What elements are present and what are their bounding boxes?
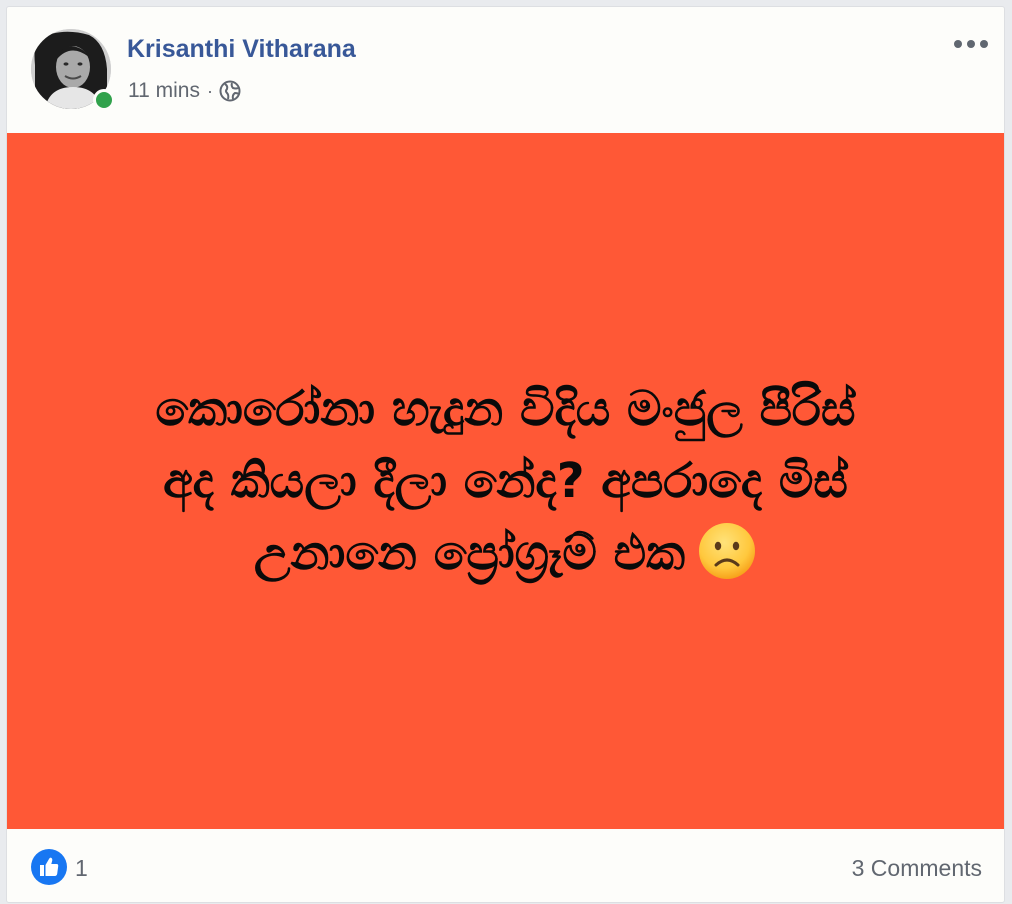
author-avatar[interactable] [31,29,115,111]
post-colored-background[interactable]: කොරෝනා හැදුන විදිය මංජුල පීරිස් අද කියලා… [7,133,1004,829]
globe-icon[interactable] [219,80,241,102]
post-text-line: කොරෝනා හැදුන විදිය මංජුල පීරිස් [155,381,856,437]
online-status-dot [93,89,115,111]
like-reaction-icon[interactable] [31,849,67,885]
post-text-line-with-emoji: උනානෙ ප්‍රෝග්‍රෑම් එක [76,517,936,589]
frowning-face-icon [697,521,757,581]
post-meta: 11 mins · [128,79,241,103]
post-text: කොරෝනා හැදුන විදිය මංජුල පීරිස් අද කියලා… [76,373,936,589]
more-dot-icon [980,40,988,48]
post-timestamp[interactable]: 11 mins [128,79,200,103]
more-dot-icon [954,40,962,48]
author-name-link[interactable]: Krisanthi Vitharana [127,35,356,64]
more-dot-icon [967,40,975,48]
more-options-button[interactable] [954,33,988,55]
like-count[interactable]: 1 [75,855,88,882]
post-card: Krisanthi Vitharana 11 mins · කොරෝනා හැද… [6,6,1005,903]
post-footer: 1 3 Comments [7,829,1004,902]
meta-separator: · [206,80,213,101]
comments-count-link[interactable]: 3 Comments [852,855,982,882]
post-text-line: අද කියලා දීලා නේද? අපරාදෙ මිස් [163,453,848,509]
post-text-line: උනානෙ ප්‍රෝග්‍රෑම් එක [253,525,686,581]
post-header: Krisanthi Vitharana 11 mins · [7,7,1004,133]
